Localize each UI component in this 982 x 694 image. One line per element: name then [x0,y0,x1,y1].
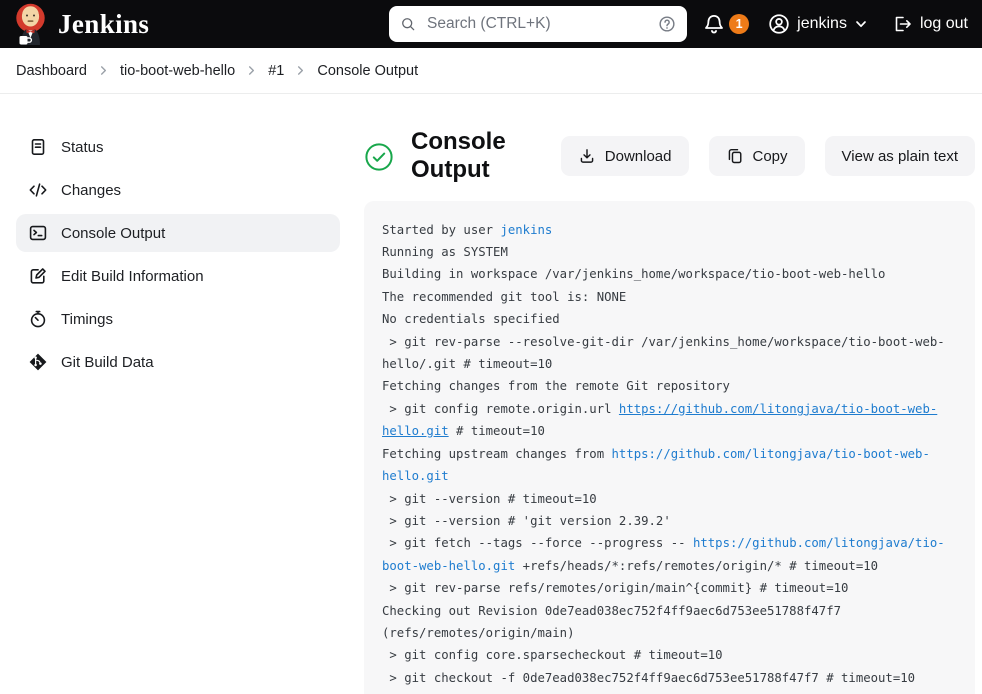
breadcrumb-item-console-output[interactable]: Console Output [317,63,418,79]
edit-icon [28,266,48,286]
header-right: 1 jenkins log out [703,13,968,35]
copy-icon [726,147,744,165]
console-line: > git config remote.origin.url https://g… [382,398,962,443]
logout-icon [892,14,912,34]
content-area: Status Changes Console Output Edit Build In… [0,94,982,694]
main-panel: Console Output Download Copy View as plain… [364,128,975,694]
console-output-log: Started by user jenkinsRunning as SYSTEM… [364,201,975,694]
sidebar-item-edit-build-information[interactable]: Edit Build Information [16,257,340,295]
download-icon [578,147,596,165]
console-link[interactable]: https://github.com/litongjava/tio-boot-w… [382,447,930,483]
user-name: jenkins [797,15,847,33]
chevron-right-icon [246,65,257,76]
breadcrumb-item-dashboard[interactable]: Dashboard [16,63,87,79]
top-bar: Jenkins 1 jenkins log out [0,0,982,48]
button-label: Copy [753,148,788,165]
changes-icon [28,180,48,200]
timings-icon [28,309,48,329]
build-success-icon [364,142,394,172]
copy-button[interactable]: Copy [709,136,805,176]
sidebar-item-console-output[interactable]: Console Output [16,214,340,252]
download-button[interactable]: Download [561,136,689,176]
sidebar: Status Changes Console Output Edit Build In… [16,128,340,694]
logout-label: log out [920,15,968,33]
jenkins-logo-icon [12,3,49,47]
search-input[interactable] [425,14,649,34]
console-line: > git rev-parse refs/remotes/origin/main… [382,577,962,599]
sidebar-item-git-build-data[interactable]: Git Build Data [16,343,340,381]
user-icon [768,13,790,35]
console-line: Running as SYSTEM [382,241,962,263]
console-line: Building in workspace /var/jenkins_home/… [382,263,962,285]
console-line: The recommended git tool is: NONE [382,286,962,308]
sidebar-item-label: Console Output [61,225,165,242]
console-line: Started by user jenkins [382,219,962,241]
console-line: > git fetch --tags --force --progress --… [382,532,962,577]
chevron-down-icon [854,17,868,31]
console-line: > git rev-parse --resolve-git-dir /var/j… [382,331,962,376]
console-line: > git --version # 'git version 2.39.2' [382,510,962,532]
status-icon [28,137,48,157]
console-link[interactable]: https://github.com/litongjava/tio-boot-w… [382,536,945,572]
search-icon [400,16,416,32]
notifications-button[interactable]: 1 [703,13,749,35]
jenkins-home-link[interactable]: Jenkins [12,1,149,47]
console-line: Fetching upstream changes from https://g… [382,443,962,488]
search-box[interactable] [389,6,687,42]
notification-badge: 1 [729,14,749,34]
user-menu[interactable]: jenkins [768,13,868,35]
help-icon[interactable] [658,15,676,33]
console-line: Commit message: "update badge file" [382,689,962,694]
console-line: > git checkout -f 0de7ead038ec752f4ff9ae… [382,667,962,689]
chevron-right-icon [98,65,109,76]
console-actions: Download Copy View as plain text [561,136,975,176]
bell-icon [703,13,725,35]
sidebar-item-label: Changes [61,182,121,199]
console-link[interactable]: https://github.com/litongjava/tio-boot-w… [382,402,937,438]
sidebar-item-status[interactable]: Status [16,128,340,166]
sidebar-item-label: Git Build Data [61,354,154,371]
view-as-plain-text-button[interactable]: View as plain text [825,136,975,176]
git-icon [28,352,48,372]
page-header: Console Output Download Copy View as plain… [364,128,975,185]
breadcrumb-item-1[interactable]: #1 [268,63,284,79]
console-line: Fetching changes from the remote Git rep… [382,375,962,397]
brand-name: Jenkins [58,9,149,40]
button-label: Download [605,148,672,165]
sidebar-item-label: Timings [61,311,113,328]
sidebar-item-changes[interactable]: Changes [16,171,340,209]
console-line: Checking out Revision 0de7ead038ec752f4f… [382,600,962,645]
sidebar-item-timings[interactable]: Timings [16,300,340,338]
breadcrumb: Dashboard tio-boot-web-hello #1 Console Out… [0,48,982,94]
logout-button[interactable]: log out [892,14,968,34]
chevron-right-icon [295,65,306,76]
page-title: Console Output [411,128,561,185]
console-link[interactable]: jenkins [500,223,552,237]
console-line: > git --version # timeout=10 [382,488,962,510]
sidebar-item-label: Status [61,139,104,156]
console-line: No credentials specified [382,308,962,330]
button-label: View as plain text [842,148,958,165]
breadcrumb-item-tio-boot-web-hello[interactable]: tio-boot-web-hello [120,63,235,79]
terminal-icon [28,223,48,243]
console-line: > git config core.sparsecheckout # timeo… [382,644,962,666]
sidebar-item-label: Edit Build Information [61,268,204,285]
